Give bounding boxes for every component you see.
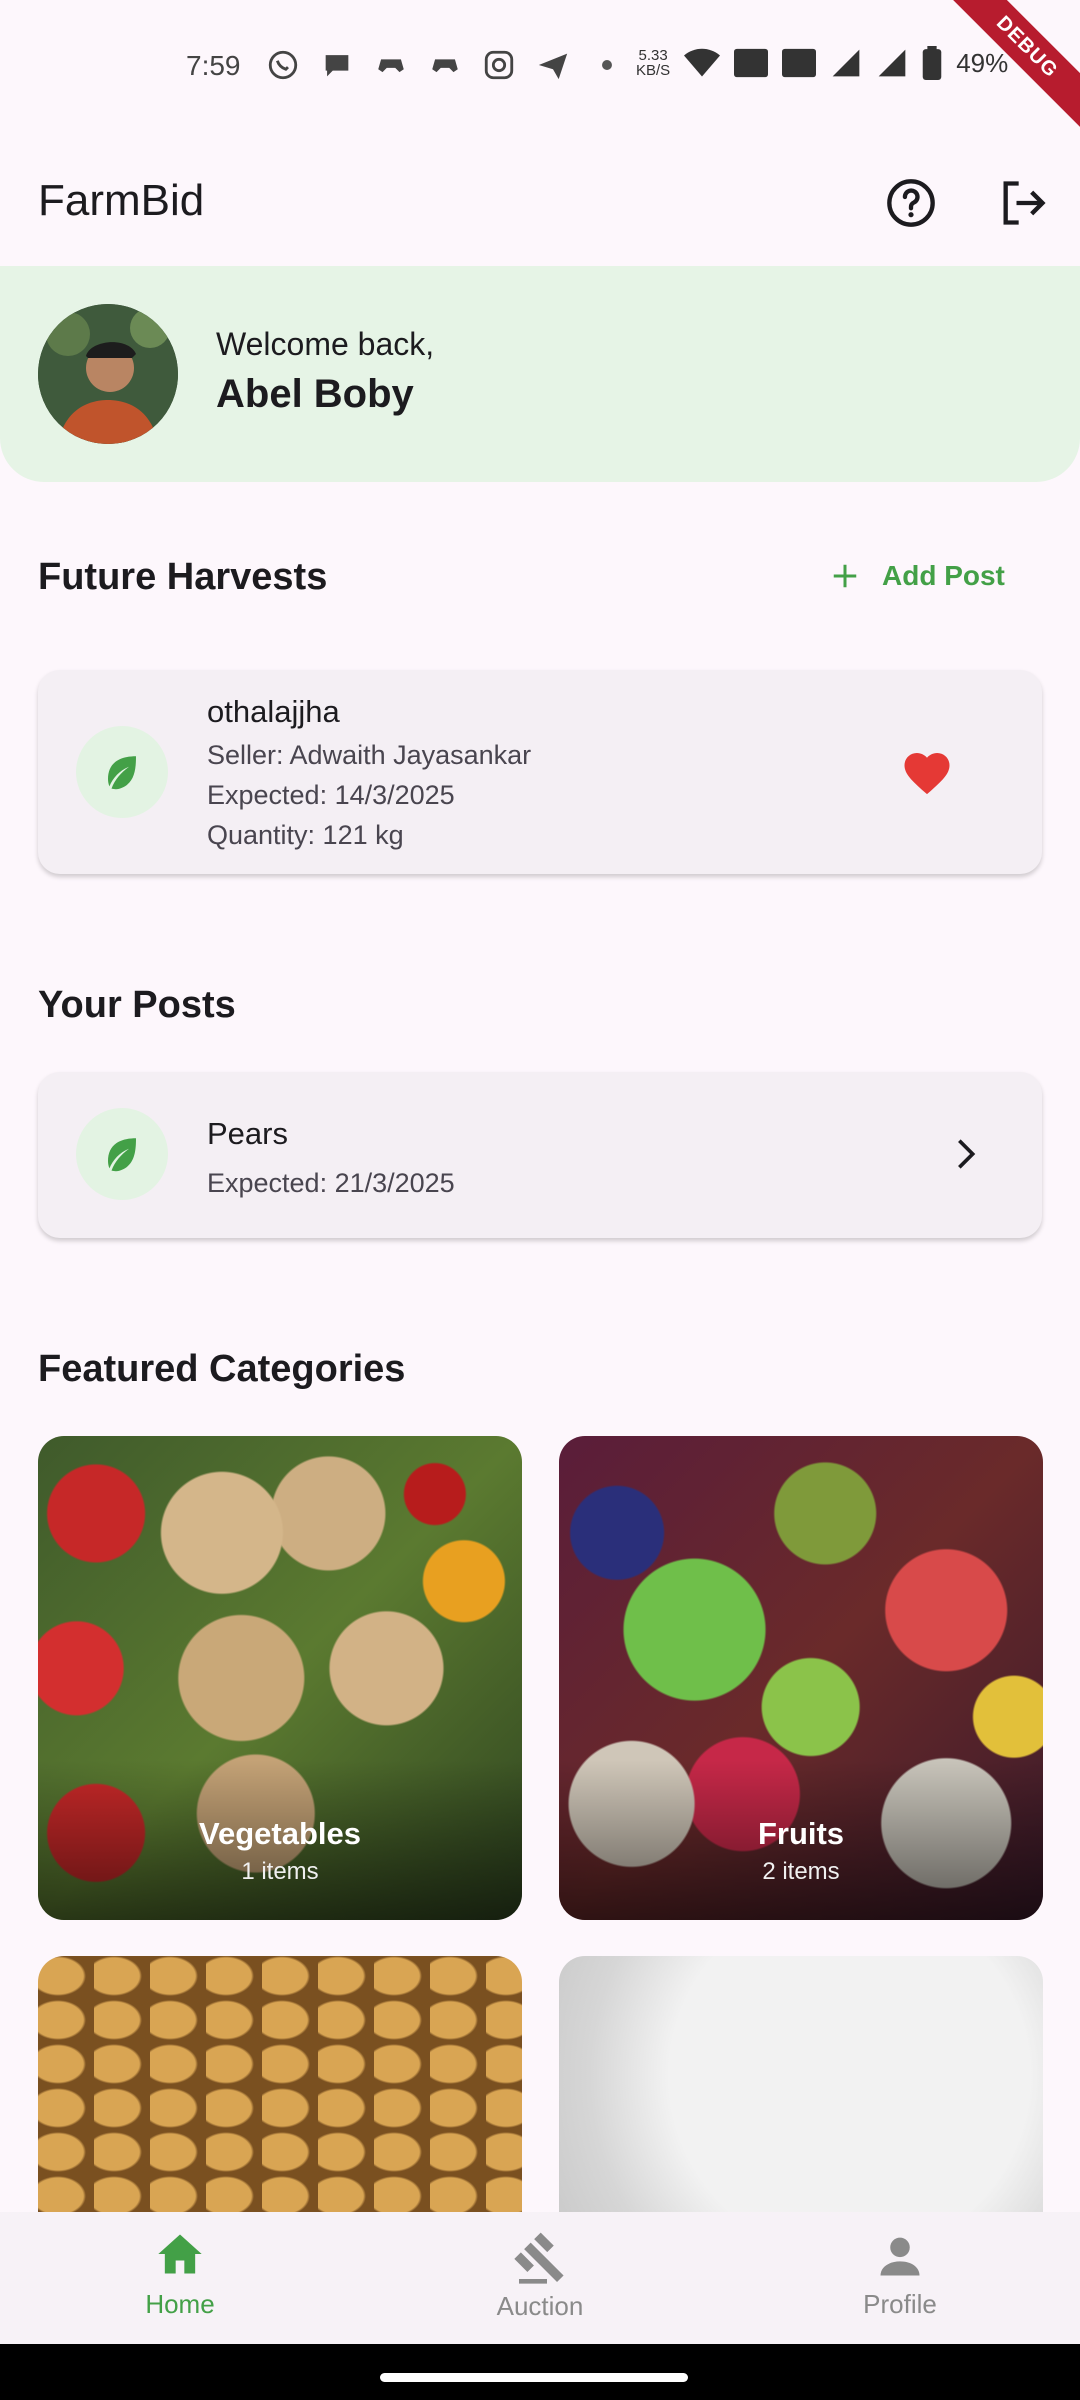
category-card-vegetables[interactable]: Vegetables 1 items [38,1436,522,1920]
chat-bubble-icon [325,55,349,77]
user-photo [38,304,178,444]
category-count: 2 items [762,1858,840,1885]
game-controller-icon [432,59,458,73]
help-button[interactable] [882,174,940,232]
leaf-icon [108,756,136,790]
user-name: Abel Boby [216,372,414,416]
game-controller-icon [378,59,404,73]
person-icon [880,2237,920,2276]
your-posts-title: Your Posts [38,984,236,1026]
plus-icon [833,564,857,588]
category-card-dairy[interactable] [559,1956,1043,2256]
signal-icon [878,49,906,77]
welcome-banner: Welcome back, Abel Boby [0,266,1080,482]
wifi-icon [684,48,721,77]
network-speed: 5.33 KB/S [636,47,671,79]
logout-button[interactable] [994,174,1052,232]
dot-icon [602,60,612,70]
nav-home-label: Home [145,2289,215,2319]
post-name: Pears [207,1116,288,1151]
category-name: Vegetables [199,1816,361,1851]
whatsapp-icon [268,50,298,80]
nav-profile[interactable]: Profile [800,2230,1000,2320]
featured-categories-title: Featured Categories [38,1348,406,1390]
leaf-avatar [76,726,168,818]
gavel-icon [514,2232,564,2284]
nav-auction[interactable]: Auction [440,2230,640,2322]
harvest-expected: Expected: 14/3/2025 [207,780,455,810]
nav-home[interactable]: Home [80,2230,280,2320]
leaf-avatar [76,1108,168,1200]
battery-icon [922,46,942,80]
category-name: Fruits [757,1816,845,1851]
harvest-name: othalajjha [207,694,340,729]
system-icons: 5.33 KB/S 49% [636,46,1008,80]
instagram-icon [484,50,514,80]
category-card-grains[interactable] [38,1956,522,2256]
send-icon [538,53,568,80]
heart-icon [904,753,950,795]
vowifi-icon [734,48,769,78]
avatar[interactable] [38,304,178,444]
nav-auction-label: Auction [496,2291,584,2321]
harvest-quantity: Quantity: 121 kg [207,820,404,850]
nav-profile-label: Profile [863,2289,937,2319]
category-card-fruits[interactable]: Fruits 2 items [559,1436,1043,1920]
harvest-seller: Seller: Adwaith Jayasankar [207,740,532,770]
battery-level: 49% [956,47,1009,78]
chevron-right-icon [958,1139,976,1169]
home-icon [158,2234,202,2274]
logout-icon [1003,181,1046,225]
system-nav-bar [0,2344,1080,2400]
status-time: 7:59 [186,50,241,81]
notification-icons [266,48,624,82]
future-harvests-title: Future Harvests [38,556,328,598]
harvest-card[interactable]: othalajjha Seller: Adwaith Jayasankar Ex… [38,670,1042,874]
leaf-icon [108,1138,136,1172]
status-bar: 7:59 5.33 KB/S 49% DEBUG [0,0,1080,140]
gesture-handle[interactable] [380,2373,688,2382]
favorite-button[interactable] [900,746,956,798]
help-circle-icon [887,179,935,227]
signal-icon [832,49,860,77]
volte-icon [782,48,817,78]
category-count: 1 items [241,1858,319,1885]
app-bar: FarmBid [0,140,1080,266]
bottom-navigation: Home Auction Profile [0,2212,1080,2344]
post-expected: Expected: 21/3/2025 [207,1168,455,1198]
add-post-button[interactable]: Add Post [830,556,1005,596]
app-title: FarmBid [38,176,205,225]
welcome-greeting: Welcome back, [216,326,435,362]
post-card[interactable]: Pears Expected: 21/3/2025 [38,1072,1042,1238]
add-post-label: Add Post [882,560,1005,591]
